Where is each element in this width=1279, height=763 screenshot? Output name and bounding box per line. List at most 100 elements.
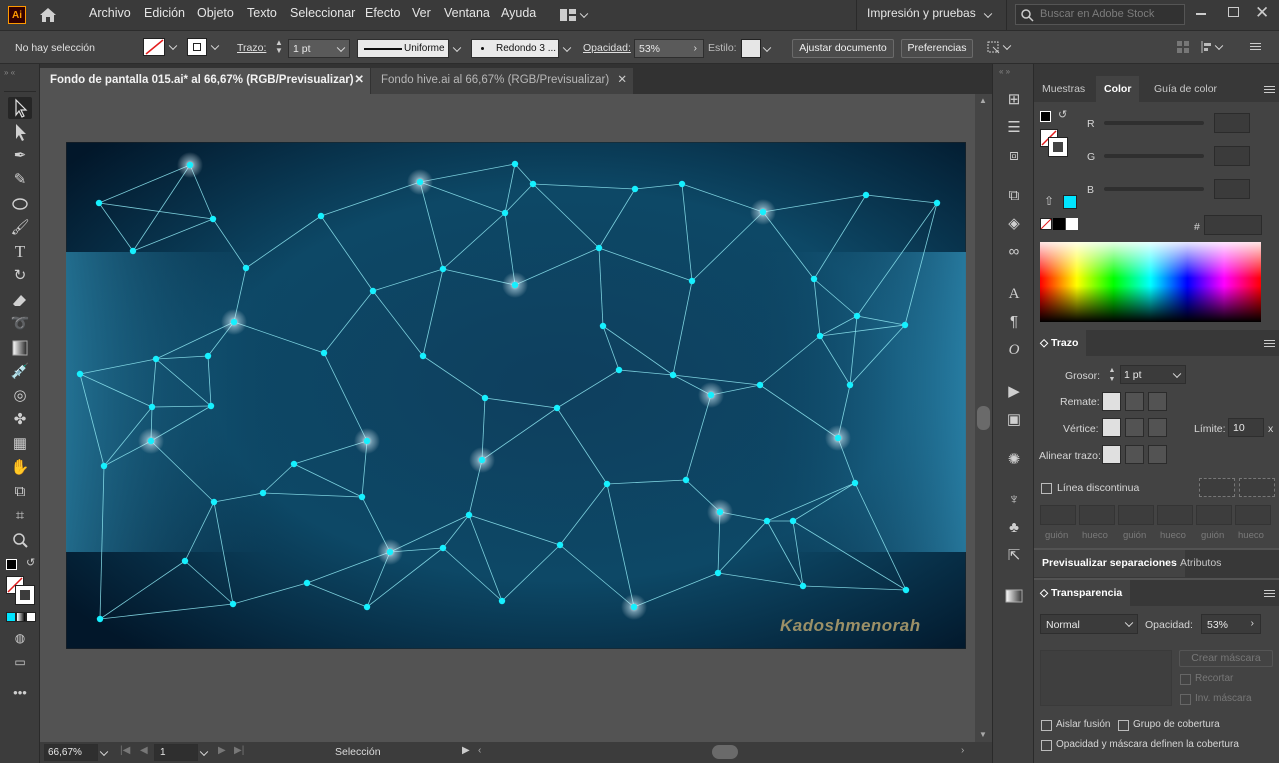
stroke-swatch-dropdown[interactable] <box>207 38 223 56</box>
weight-field[interactable]: 1 pt <box>1120 365 1186 384</box>
align-chevron-icon[interactable] <box>1215 39 1227 55</box>
stroke-profile-dropdown[interactable]: Uniforme <box>357 39 449 58</box>
horizontal-scroll-thumb[interactable] <box>712 745 738 759</box>
pathfinder-icon[interactable]: ⧈ <box>1003 145 1025 167</box>
artboards-icon[interactable]: ⊞ <box>1003 89 1025 111</box>
graph-tool-icon[interactable]: ▦ <box>8 433 32 455</box>
align-center-button[interactable] <box>1102 445 1121 464</box>
stroke-swatch[interactable] <box>187 38 207 56</box>
opacity-arrow-icon[interactable]: › <box>694 42 698 54</box>
swap-colors-icon[interactable]: ↺ <box>26 556 35 569</box>
align-left-icon[interactable] <box>1201 41 1215 53</box>
tab-color[interactable]: Color <box>1096 76 1140 102</box>
projecting-cap-button[interactable] <box>1148 392 1167 411</box>
character-icon[interactable]: A <box>1003 283 1025 305</box>
menu-archivo[interactable]: Archivo <box>89 6 131 20</box>
out-of-gamut-icon[interactable]: ⇧ <box>1044 194 1054 208</box>
curvature-tool-icon[interactable]: ✎ <box>8 169 32 191</box>
links-icon[interactable]: ∞ <box>1003 241 1025 263</box>
round-cap-button[interactable] <box>1125 392 1144 411</box>
limit-field[interactable]: 10 <box>1228 418 1264 437</box>
paragraph-icon[interactable]: ¶ <box>1003 311 1025 333</box>
zoom-chevron-icon[interactable] <box>98 744 112 761</box>
hex-field[interactable] <box>1204 215 1262 235</box>
stroke-white-swatch[interactable] <box>1048 137 1068 157</box>
lasso-tool-icon[interactable]: ➰ <box>8 313 32 335</box>
rotate-tool-icon[interactable]: ↻ <box>8 265 32 287</box>
align-inside-button[interactable] <box>1125 445 1144 464</box>
vertical-scrollbar[interactable]: ▲ ▼ <box>975 94 992 742</box>
opacity-arrow-icon[interactable]: › <box>1251 617 1255 629</box>
last-color-swatch[interactable] <box>1063 195 1077 209</box>
channel-r-slider[interactable] <box>1104 121 1204 125</box>
color-mode-icons[interactable] <box>6 612 36 622</box>
color-panel-menu-icon[interactable] <box>1264 86 1275 87</box>
tab-trazo[interactable]: ◇ Trazo <box>1034 330 1087 356</box>
direct-selection-tool-icon[interactable] <box>8 121 32 143</box>
dash-preserve-button[interactable] <box>1239 478 1275 497</box>
transform-panel-icon[interactable]: ⧉ <box>1003 185 1025 207</box>
align-panel-icon[interactable]: ☰ <box>1003 117 1025 139</box>
draw-mode-icon[interactable]: ◍ <box>8 627 32 649</box>
make-mask-button[interactable]: Crear máscara <box>1179 650 1273 667</box>
tab-fondo-hive[interactable]: Fondo hive.ai al 66,67% (RGB/Previsualiz… <box>371 68 633 94</box>
page-field[interactable]: 1 <box>154 744 198 761</box>
channel-r-field[interactable] <box>1214 113 1250 133</box>
hscroll-left-icon[interactable]: ‹ <box>478 745 481 756</box>
round-join-button[interactable] <box>1125 418 1144 437</box>
hscroll-right-icon[interactable]: › <box>961 745 964 756</box>
document-canvas-area[interactable]: Kadoshmenorah <box>40 94 975 742</box>
layers-icon[interactable]: ◈ <box>1003 213 1025 235</box>
blend-tool-icon[interactable]: ◎ <box>8 385 32 407</box>
tab-guia-color[interactable]: Guía de color <box>1146 76 1225 102</box>
eyedropper-tool-icon[interactable]: 💉 <box>8 361 32 383</box>
channel-b-slider[interactable] <box>1104 187 1204 191</box>
type-tool-icon[interactable]: T <box>8 241 32 263</box>
menu-ventana[interactable]: Ventana <box>444 6 490 20</box>
appearance-icon[interactable]: ✺ <box>1003 449 1025 471</box>
artboard-tool-icon[interactable]: ⌗ <box>8 505 32 527</box>
workspace-chevron-icon[interactable] <box>982 8 996 22</box>
transform-icon[interactable] <box>985 39 1001 55</box>
pen-tool-icon[interactable]: ✒ <box>8 145 32 167</box>
symbols-icon[interactable]: ♣ <box>1003 517 1025 539</box>
opentype-icon[interactable]: O <box>1003 339 1025 361</box>
opacity-mask-knockout-checkbox[interactable] <box>1041 740 1052 751</box>
workspace-switcher[interactable]: Impresión y pruebas <box>867 6 976 20</box>
asset-export-icon[interactable]: ⇱ <box>1003 545 1025 567</box>
opacity-label[interactable]: Opacidad: <box>583 42 631 54</box>
arrange-documents-icon[interactable] <box>559 8 577 22</box>
stroke-stepper-icon[interactable]: ▲ ▼ <box>272 39 286 57</box>
butt-cap-button[interactable] <box>1102 392 1121 411</box>
align-outside-button[interactable] <box>1148 445 1167 464</box>
tab-previsualizar-separaciones[interactable]: Previsualizar separaciones <box>1034 550 1185 577</box>
menu-seleccionar[interactable]: Seleccionar <box>290 6 355 20</box>
brush-chevron-icon[interactable] <box>559 39 575 58</box>
scroll-up-icon[interactable]: ▲ <box>979 96 987 105</box>
profile-chevron-icon[interactable] <box>449 39 465 58</box>
puppet-warp-tool-icon[interactable]: ✋ <box>8 457 32 479</box>
align-grid-icon[interactable] <box>1177 41 1189 53</box>
invert-mask-checkbox[interactable] <box>1180 694 1191 705</box>
stroke-color-icon[interactable] <box>15 585 35 605</box>
style-chevron-icon[interactable] <box>761 39 775 58</box>
zoom-tool-icon[interactable] <box>8 529 32 551</box>
gap-1-field[interactable] <box>1079 505 1115 525</box>
isolate-blending-checkbox[interactable] <box>1041 720 1052 731</box>
selection-tool-icon[interactable] <box>8 97 32 119</box>
gradient-panel-icon[interactable] <box>1003 585 1025 607</box>
menu-objeto[interactable]: Objeto <box>197 6 234 20</box>
style-swatch[interactable] <box>741 39 761 58</box>
weight-stepper-icon[interactable]: ▲ ▼ <box>1106 366 1118 384</box>
knockout-group-checkbox[interactable] <box>1118 720 1129 731</box>
menu-ver[interactable]: Ver <box>412 6 431 20</box>
tab-muestras[interactable]: Muestras <box>1034 76 1093 102</box>
status-menu-icon[interactable]: ▶ <box>462 745 470 756</box>
zoom-field[interactable]: 66,67% <box>44 744 98 761</box>
blend-mode-dropdown[interactable]: Normal <box>1040 614 1138 634</box>
default-fill-stroke-icon[interactable] <box>1040 111 1051 122</box>
menu-ayuda[interactable]: Ayuda <box>501 6 536 20</box>
dash-3-field[interactable] <box>1196 505 1232 525</box>
stroke-panel-menu-icon[interactable] <box>1264 340 1275 341</box>
dash-2-field[interactable] <box>1118 505 1154 525</box>
